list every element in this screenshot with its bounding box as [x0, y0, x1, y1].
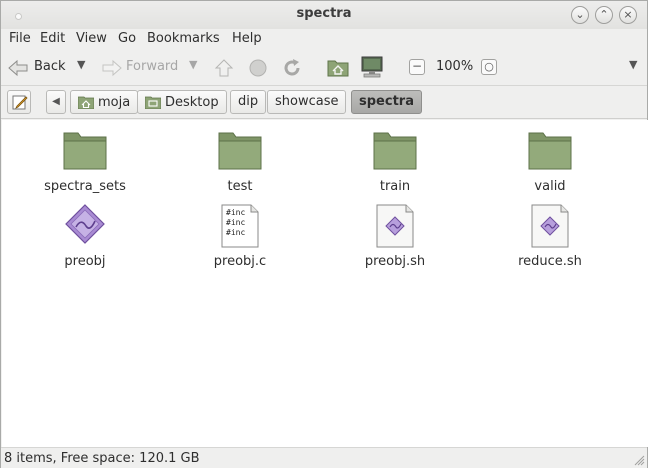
crumb-desktop-label: Desktop [165, 95, 219, 110]
file-name: preobj.c [213, 254, 267, 269]
status-bar: 8 items, Free space: 120.1 GB [1, 447, 647, 468]
file-manager-window: spectra ⌄ ⌃ × File Edit View Go Bookmark… [0, 0, 648, 468]
file-name: train [379, 179, 411, 194]
menu-bar: File Edit View Go Bookmarks Help [1, 29, 647, 51]
menu-view[interactable]: View [76, 31, 107, 46]
toolbar: Back ▼ Forward ▼ − 100% ○ ▼ [1, 51, 647, 85]
stop-icon[interactable] [247, 57, 269, 79]
folder-icon [61, 129, 109, 173]
executable-icon [61, 204, 109, 248]
menu-edit[interactable]: Edit [40, 31, 65, 46]
file-name: spectra_sets [44, 179, 126, 194]
back-label: Back [34, 59, 66, 74]
file-name: reduce.sh [518, 254, 582, 269]
path-scroll-left-button[interactable]: ◀ [46, 90, 66, 114]
zoom-in-button[interactable]: ○ [481, 59, 497, 75]
source-preview: #inc #inc #inc [226, 208, 245, 238]
preview-line: #inc [226, 218, 246, 227]
zoom-out-button[interactable]: − [409, 59, 425, 75]
menu-file[interactable]: File [9, 31, 31, 46]
preview-line: #inc [226, 228, 246, 237]
path-bar: ◀ moja Desktop dip showcase spectra [1, 86, 647, 119]
file-item-reduce-sh[interactable]: reduce.sh [485, 204, 615, 269]
forward-arrow-icon [102, 59, 122, 77]
forward-label: Forward [126, 59, 179, 74]
reload-icon[interactable] [281, 57, 303, 79]
crumb-dip[interactable]: dip [230, 90, 267, 114]
file-item-preobj-sh[interactable]: preobj.sh [330, 204, 460, 269]
crumb-moja-label: moja [98, 95, 131, 110]
crumb-desktop[interactable]: Desktop [137, 90, 227, 114]
file-item-preobj-c[interactable]: #inc #inc #inc preobj.c [175, 204, 305, 269]
file-name: valid [534, 179, 566, 194]
edit-location-button[interactable] [7, 90, 31, 114]
computer-icon[interactable] [360, 55, 384, 79]
folder-icon [371, 129, 419, 173]
file-name: preobj [64, 254, 106, 269]
back-arrow-icon [8, 59, 28, 77]
c-source-icon: #inc #inc #inc [216, 204, 264, 248]
menu-bookmarks[interactable]: Bookmarks [147, 31, 220, 46]
desktop-icon [144, 96, 162, 110]
menu-go[interactable]: Go [118, 31, 136, 46]
crumb-showcase[interactable]: showcase [267, 90, 347, 114]
maximize-button[interactable]: ⌃ [595, 6, 613, 24]
crumb-spectra[interactable]: spectra [351, 90, 422, 114]
file-view[interactable]: spectra_sets test train valid preobj #in… [2, 120, 648, 447]
up-arrow-icon[interactable] [213, 57, 235, 79]
zoom-level: 100% [436, 59, 474, 74]
file-name: preobj.sh [364, 254, 426, 269]
folder-icon [526, 129, 574, 173]
home-folder-icon[interactable] [327, 56, 349, 78]
file-item-spectra-sets[interactable]: spectra_sets [20, 129, 150, 194]
file-item-preobj[interactable]: preobj [20, 204, 150, 269]
pencil-icon [12, 95, 28, 110]
close-button[interactable]: × [619, 6, 637, 24]
file-item-test[interactable]: test [175, 129, 305, 194]
file-name: test [227, 179, 253, 194]
script-icon [371, 204, 419, 248]
script-icon [526, 204, 574, 248]
window-title: spectra [296, 6, 352, 21]
menu-help[interactable]: Help [232, 31, 262, 46]
file-item-valid[interactable]: valid [485, 129, 615, 194]
home-icon [77, 96, 95, 110]
status-text: 8 items, Free space: 120.1 GB [4, 451, 200, 466]
minimize-button[interactable]: ⌄ [571, 6, 589, 24]
title-bar[interactable]: spectra ⌄ ⌃ × [1, 1, 647, 29]
back-history-dropdown-icon[interactable]: ▼ [77, 58, 85, 71]
preview-line: #inc [226, 208, 246, 217]
resize-grip-icon[interactable] [633, 454, 645, 466]
forward-history-dropdown-icon[interactable]: ▼ [189, 58, 197, 71]
folder-icon [216, 129, 264, 173]
crumb-moja[interactable]: moja [70, 90, 139, 114]
file-item-train[interactable]: train [330, 129, 460, 194]
toolbar-overflow-icon[interactable]: ▼ [629, 58, 637, 71]
